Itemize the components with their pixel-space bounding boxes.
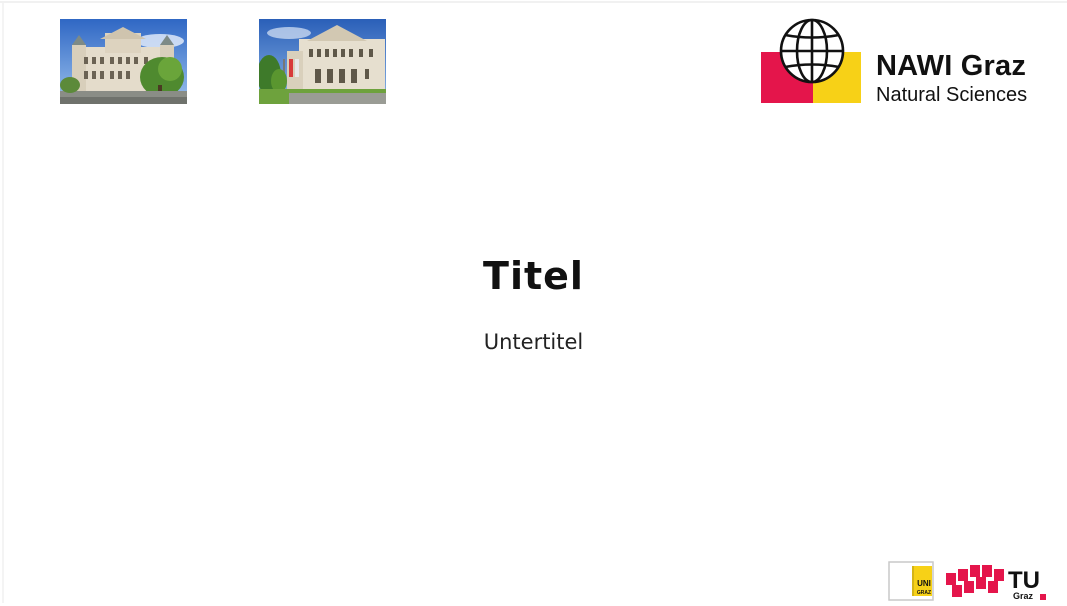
uni-graz-line1: UNI (917, 579, 931, 588)
nawi-logo-subtitle: Natural Sciences (876, 84, 1028, 106)
tu-graz-logo-text: TU (1008, 567, 1040, 594)
slide: NAWI Graz Natural Sciences Titel Unterti… (0, 0, 1067, 603)
slide-title[interactable]: Titel (0, 252, 1067, 300)
tu-graz-logo-dot (1040, 594, 1046, 600)
university-building-facade-photo (259, 19, 386, 104)
slide-subtitle[interactable]: Untertitel (0, 328, 1067, 356)
tu-graz-logo-subtext: Graz (1013, 591, 1034, 601)
tu-graz-logo (946, 561, 1006, 601)
uni-graz-logo-text: UNI GRAZ (913, 580, 935, 597)
top-border (0, 1, 1067, 3)
uni-graz-line2: GRAZ (916, 590, 932, 596)
nawi-logo-title: NAWI Graz (876, 50, 1027, 82)
university-main-building-photo (60, 19, 187, 104)
globe-icon (779, 18, 845, 84)
left-border (2, 3, 4, 603)
